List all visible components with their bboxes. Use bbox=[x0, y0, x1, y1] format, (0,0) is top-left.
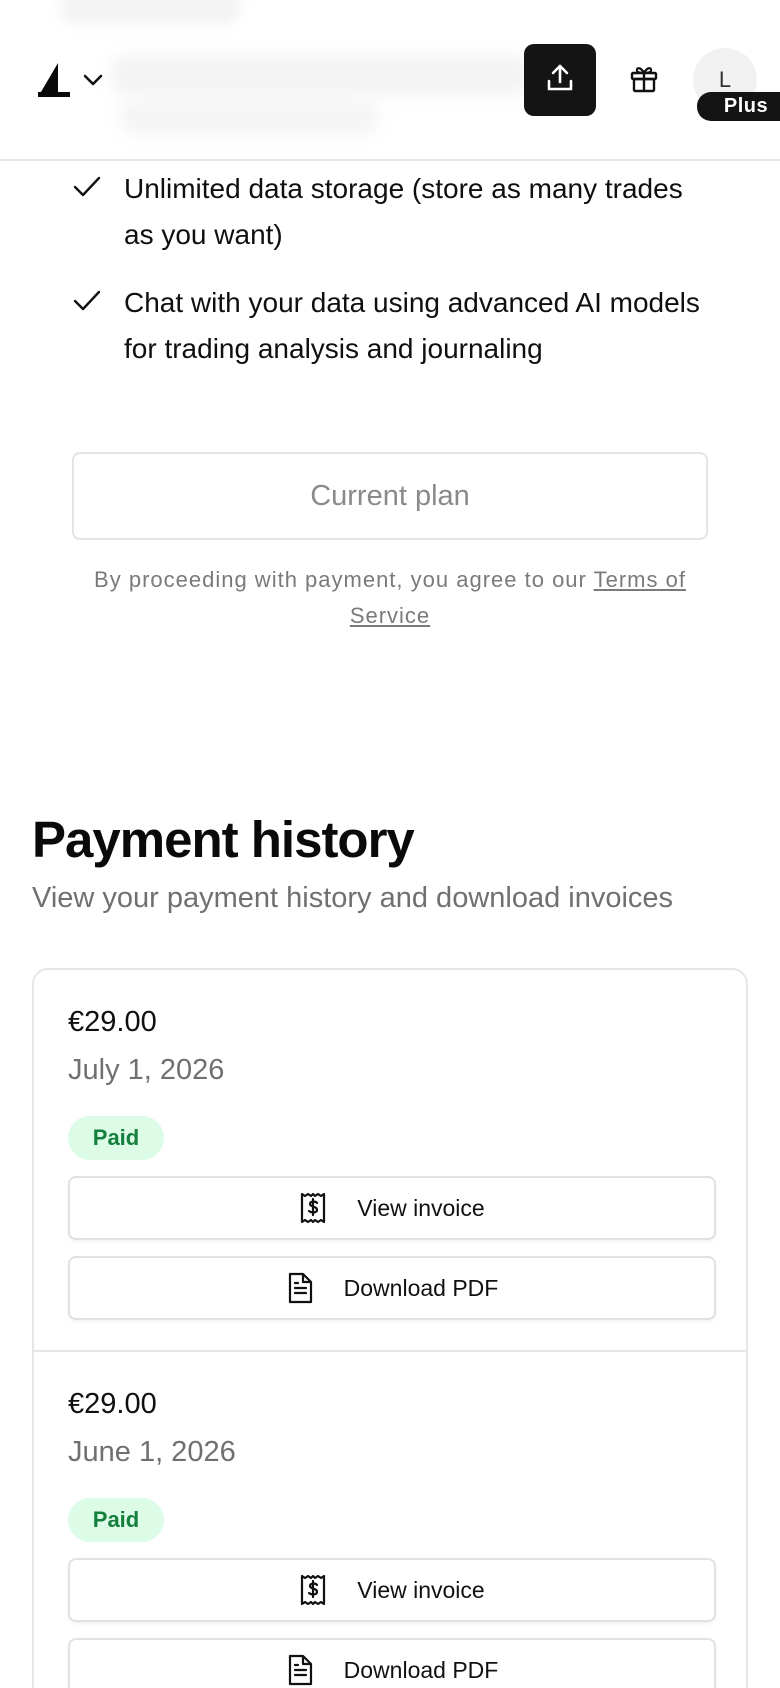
status-badge: Paid bbox=[68, 1116, 164, 1160]
feature-item: Chat with your data using advanced AI mo… bbox=[72, 280, 712, 372]
file-text-icon bbox=[286, 1654, 314, 1686]
status-badge: Paid bbox=[68, 1498, 164, 1542]
feature-item: Unlimited data storage (store as many tr… bbox=[72, 166, 712, 258]
top-header: L Plus bbox=[0, 0, 780, 161]
page-title: Payment history bbox=[32, 811, 415, 868]
scrolled-content-shadow bbox=[120, 100, 380, 134]
download-pdf-button[interactable]: Download PDF bbox=[68, 1256, 716, 1320]
section-subtitle: View your payment history and download i… bbox=[32, 882, 674, 914]
check-icon bbox=[72, 172, 102, 202]
workspace-switcher[interactable] bbox=[36, 56, 116, 104]
payment-item: €29.00 June 1, 2026 Paid View invoice Do… bbox=[34, 1352, 746, 1688]
share-button[interactable] bbox=[524, 44, 596, 116]
download-pdf-label: Download PDF bbox=[343, 1656, 499, 1683]
payment-history-list: €29.00 July 1, 2026 Paid View invoice Do… bbox=[32, 968, 748, 1688]
view-invoice-button[interactable]: View invoice bbox=[68, 1176, 716, 1240]
payment-item: €29.00 July 1, 2026 Paid View invoice Do… bbox=[34, 970, 746, 1352]
receipt-dollar-icon bbox=[299, 1574, 327, 1606]
upload-icon bbox=[544, 62, 576, 99]
terms-text: By proceeding with payment, you agree to… bbox=[94, 567, 594, 592]
scrolled-content-shadow bbox=[60, 0, 240, 24]
feature-text: Chat with your data using advanced AI mo… bbox=[124, 287, 700, 364]
feature-text: Unlimited data storage (store as many tr… bbox=[124, 173, 683, 250]
file-text-icon bbox=[286, 1272, 314, 1304]
download-pdf-label: Download PDF bbox=[343, 1274, 499, 1301]
current-plan-button: Current plan bbox=[72, 452, 708, 540]
avatar-initial: L bbox=[718, 67, 732, 92]
plan-badge: Plus bbox=[697, 92, 780, 121]
app-logo-icon bbox=[36, 61, 72, 99]
plan-features-list: Unlimited data storage (store as many tr… bbox=[72, 166, 712, 394]
receipt-dollar-icon bbox=[299, 1192, 327, 1224]
payment-amount: €29.00 bbox=[68, 1388, 157, 1420]
gift-icon bbox=[628, 62, 660, 99]
check-icon bbox=[72, 286, 102, 316]
download-pdf-button[interactable]: Download PDF bbox=[68, 1638, 716, 1688]
view-invoice-label: View invoice bbox=[357, 1194, 485, 1221]
terms-notice: By proceeding with payment, you agree to… bbox=[72, 562, 708, 634]
payment-date: June 1, 2026 bbox=[68, 1436, 236, 1468]
scrolled-content-shadow bbox=[110, 55, 530, 95]
chevron-down-icon bbox=[82, 73, 104, 87]
view-invoice-label: View invoice bbox=[357, 1576, 485, 1603]
payment-amount: €29.00 bbox=[68, 1006, 157, 1038]
gift-button[interactable] bbox=[620, 56, 668, 104]
view-invoice-button[interactable]: View invoice bbox=[68, 1558, 716, 1622]
payment-date: July 1, 2026 bbox=[68, 1054, 225, 1086]
